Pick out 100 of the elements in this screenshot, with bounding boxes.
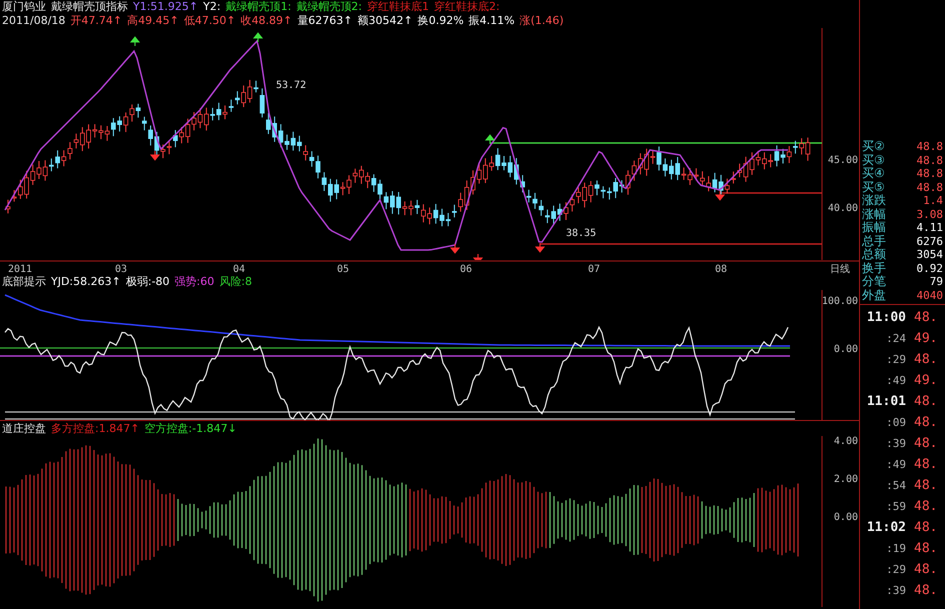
quote-label: 涨幅: [861, 206, 887, 221]
trade-time: :49: [885, 458, 906, 471]
trade-price: 48.: [913, 310, 938, 325]
quote-label: 买④: [861, 166, 886, 182]
trade-time: :19: [885, 542, 906, 555]
date-axis-label: 06: [460, 264, 472, 274]
quote-label: 买③: [861, 152, 886, 168]
quote-value: 3054: [916, 248, 944, 262]
quote-label: 振幅: [861, 220, 887, 235]
trade-time: :49: [885, 374, 906, 387]
axis-label: 100.00: [822, 296, 858, 307]
axis-label: 0.00: [834, 512, 858, 523]
indicator-name: 戴绿帽壳顶指标: [51, 0, 128, 14]
indicator-value: YJD:58.263↑: [51, 274, 121, 290]
trade-price: 48.: [913, 394, 938, 409]
trade-price: 48.: [913, 415, 938, 430]
quote-value: 换0.92%: [418, 14, 464, 28]
trade-price: 48.: [913, 436, 938, 451]
trade-time: :09: [885, 416, 906, 429]
axis-label: 40.00: [828, 203, 858, 214]
quote-label: 涨跌: [861, 192, 887, 208]
quote-label: 总额: [861, 247, 887, 262]
down-arrow-icon: [472, 254, 482, 260]
up-arrow-icon: [252, 32, 262, 42]
date-axis-label: 2011: [8, 264, 32, 274]
quote-label: 外盘: [861, 287, 887, 304]
trade-time: :59: [885, 500, 906, 513]
quote-value: 涨(1.46): [520, 14, 564, 28]
trade-price: 48.: [913, 520, 938, 535]
axis-label: 2.00: [834, 474, 858, 485]
quote-value: 79: [928, 275, 944, 288]
trade-price: 48.: [913, 352, 938, 367]
date-axis-label: 05: [337, 264, 350, 274]
quote-label: 买⑤: [861, 178, 886, 194]
quote-value: 3.08: [916, 208, 944, 221]
quote-date: 2011/08/18: [2, 14, 66, 28]
quote-label: 换手: [861, 260, 887, 275]
quote-value: 量62763↑: [297, 14, 352, 28]
trade-time: 11:01: [866, 394, 906, 409]
trade-time: :29: [885, 353, 906, 366]
indicator-value: 穿红鞋抹底1: [367, 0, 430, 14]
down-arrow-icon: [534, 242, 544, 252]
quote-value: 48.8: [916, 167, 944, 180]
axis-label: 45.00: [828, 155, 858, 166]
quote-label: 总手: [861, 233, 887, 248]
indicator-value: 空方控盘:-1.847↓: [144, 421, 237, 436]
down-arrow-icon: [150, 150, 160, 160]
quote-value: 48.8: [916, 180, 944, 194]
trade-price: 49.: [913, 331, 938, 346]
down-arrow-icon: [714, 190, 724, 200]
trade-price: 49.: [913, 373, 938, 388]
trade-time: :24: [885, 332, 906, 345]
trade-time: :39: [885, 584, 906, 597]
quote-value: 48.8: [916, 154, 944, 167]
trade-price: 48.: [913, 499, 938, 514]
axis-label: 4.00: [834, 436, 858, 447]
quote-value: 收48.89↑: [240, 14, 292, 28]
quote-value: 额30542↑: [358, 14, 413, 28]
quote-value: 48.8: [916, 140, 944, 154]
quote-value: 高49.45↑: [127, 14, 179, 28]
price-annotation: 38.35: [566, 228, 596, 239]
trade-price: 48.: [913, 457, 938, 472]
period-label: 日线: [830, 264, 850, 274]
indicator-value: 极弱:-80: [126, 274, 170, 290]
quote-value: 4.11: [916, 221, 944, 234]
price-annotation: 53.72: [276, 80, 306, 91]
trade-price: 48.: [913, 478, 938, 493]
up-arrow-icon: [130, 36, 140, 46]
axis-label: 0.00: [834, 344, 858, 355]
indicator-value: 多方控盘:1.847↑: [51, 421, 140, 436]
quote-value: 振4.11%: [468, 14, 515, 28]
quote-value: 0.92: [916, 262, 944, 275]
quote-value: 6276: [916, 234, 944, 248]
quote-value: 低47.50↑: [184, 14, 236, 28]
quote-label: 分笔: [861, 274, 887, 290]
indicator-value: Y1:51.925↑: [133, 0, 198, 14]
down-arrow-icon: [450, 244, 460, 254]
quote-value: 4040: [916, 288, 944, 302]
trade-price: 48.: [913, 541, 938, 556]
indicator-value: 穿红鞋抹底2:: [434, 0, 500, 14]
up-arrow-icon: [484, 134, 494, 144]
date-axis-label: 04: [233, 264, 246, 274]
quote-value: 1.4: [922, 194, 944, 208]
date-axis-label: 08: [715, 264, 728, 274]
trade-time: 11:00: [866, 310, 906, 325]
trade-time: :39: [885, 437, 906, 450]
indicator-value: 强势:60: [174, 274, 214, 290]
indicator-value: 戴绿帽壳顶1:: [226, 0, 292, 14]
trade-time: :29: [885, 563, 906, 576]
quote-value: 开47.74↑: [70, 14, 122, 28]
date-axis-label: 07: [588, 264, 600, 274]
indicator-value: Y2:: [203, 0, 221, 14]
indicator-name: 道庄控盘: [2, 421, 46, 436]
trade-price: 48.: [913, 583, 938, 598]
trade-time: :54: [885, 479, 906, 492]
indicator-value: 戴绿帽壳顶2:: [296, 0, 362, 14]
trade-time: 11:02: [866, 520, 906, 535]
date-axis-label: 03: [115, 264, 128, 274]
indicator-value: 风险:8: [219, 274, 252, 290]
indicator-name: 底部提示: [2, 274, 46, 290]
